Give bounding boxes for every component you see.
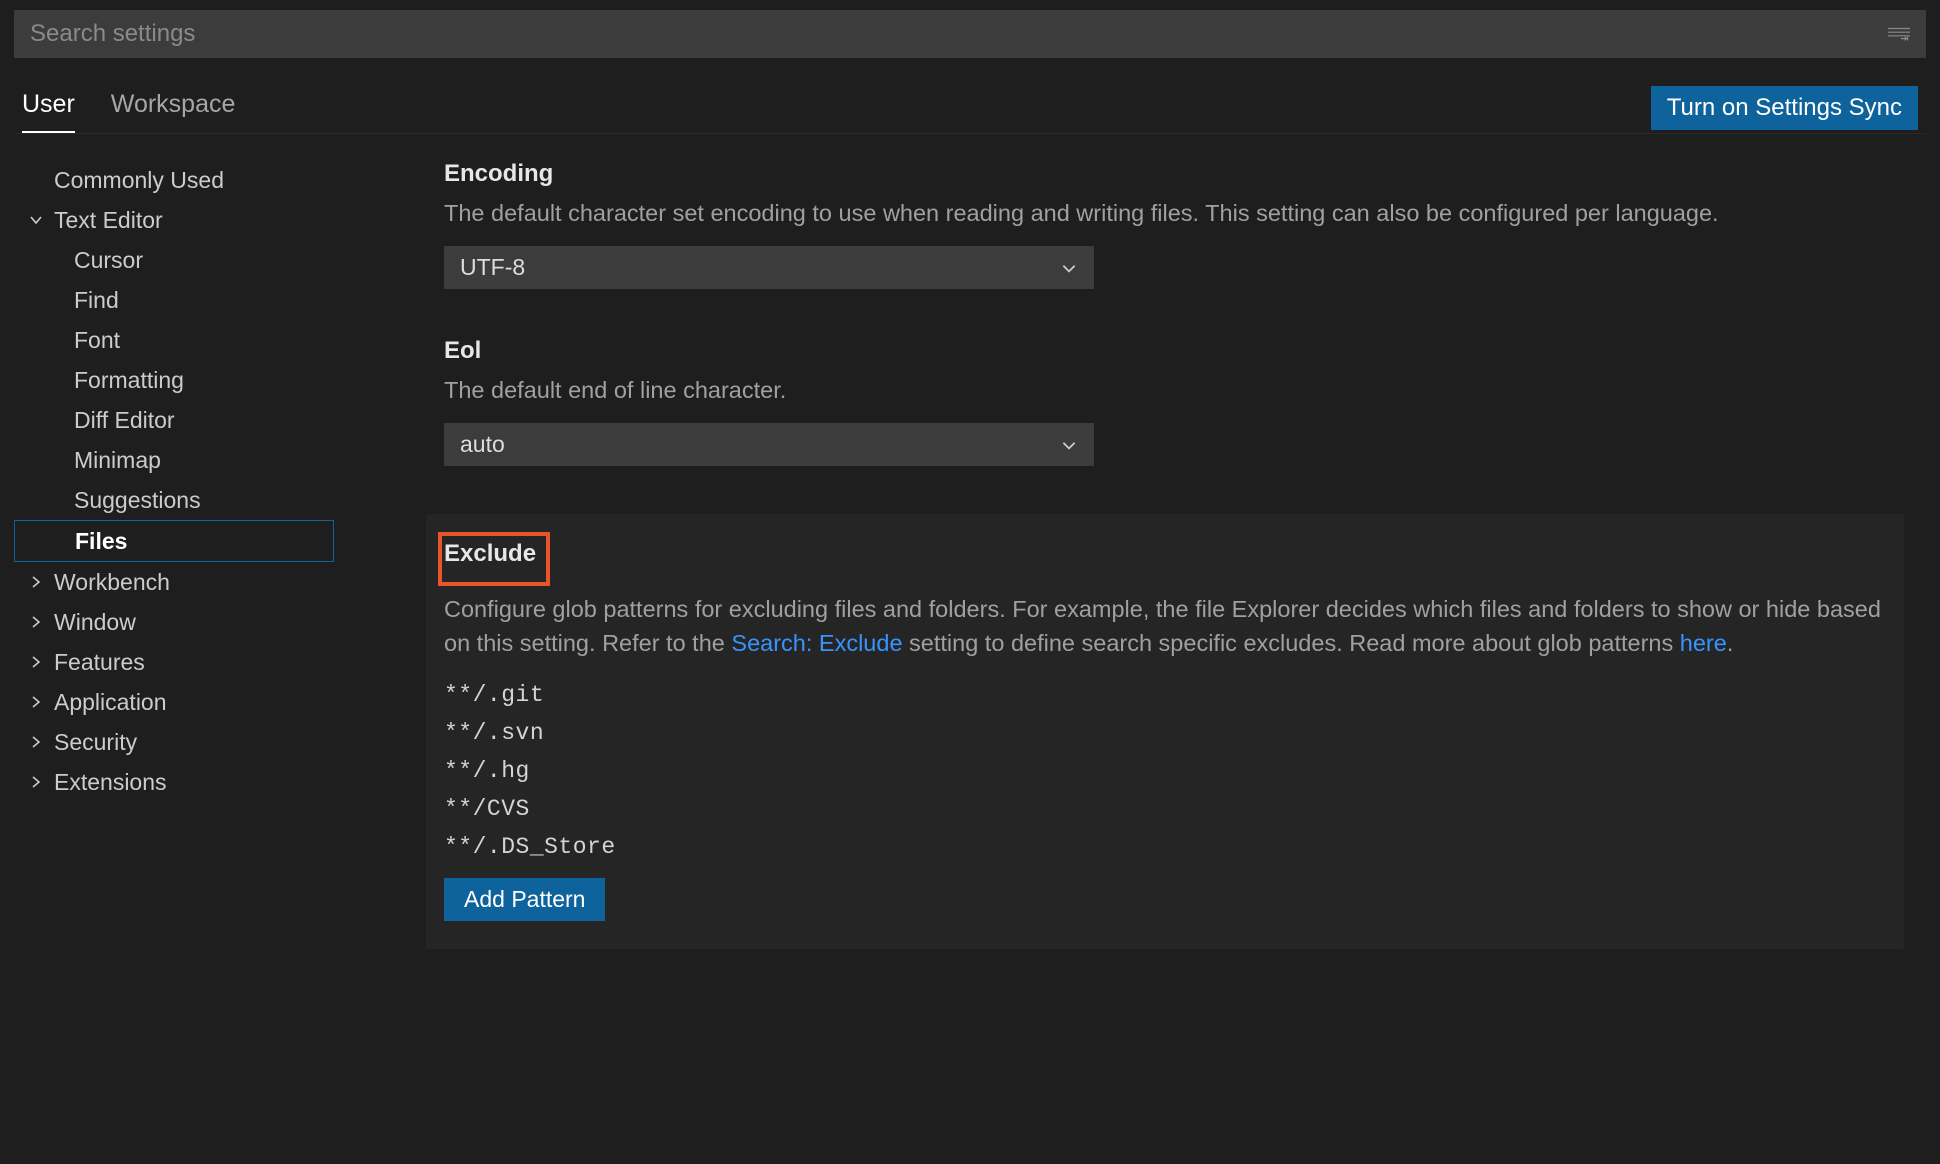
setting-desc-exclude: Configure glob patterns for excluding fi… [444, 592, 1886, 660]
chevron-right-icon [28, 774, 44, 790]
chevron-right-icon [28, 654, 44, 670]
sidebar-item-label: Find [74, 287, 119, 314]
chevron-down-icon [28, 212, 44, 228]
tab-user[interactable]: User [22, 82, 75, 133]
add-pattern-button[interactable]: Add Pattern [444, 878, 605, 921]
sidebar-item-label: Application [54, 689, 167, 716]
sidebar-item-label: Minimap [74, 447, 161, 474]
exclude-highlight: Exclude [438, 532, 550, 586]
encoding-select[interactable]: UTF-8 [444, 246, 1094, 289]
clear-search-icon[interactable] [1888, 27, 1910, 41]
sidebar-item-label: Formatting [74, 367, 184, 394]
chevron-down-icon [1060, 259, 1078, 277]
chevron-right-icon [28, 694, 44, 710]
sidebar-item-application[interactable]: Application [14, 682, 334, 722]
sidebar-item-label: Cursor [74, 247, 143, 274]
encoding-value: UTF-8 [460, 254, 525, 281]
link-search-exclude[interactable]: Search: Exclude [731, 630, 902, 656]
sidebar-item-formatting[interactable]: Formatting [14, 360, 334, 400]
chevron-right-icon [28, 614, 44, 630]
sidebar-item-security[interactable]: Security [14, 722, 334, 762]
sidebar-item-label: Window [54, 609, 136, 636]
sidebar-item-commonly-used[interactable]: Commonly Used [14, 160, 334, 200]
eol-value: auto [460, 431, 505, 458]
sidebar-item-cursor[interactable]: Cursor [14, 240, 334, 280]
sidebar-item-files[interactable]: Files [14, 520, 334, 562]
exclude-pattern-list: **/.git**/.svn**/.hg**/CVS**/.DS_Store [444, 676, 1886, 866]
setting-title-encoding: Encoding [444, 160, 553, 188]
sidebar-item-label: Text Editor [54, 207, 163, 234]
settings-sidebar: Commonly Used Text Editor Cursor Find Font Fo… [14, 156, 334, 1164]
exclude-pattern[interactable]: **/.hg [444, 752, 1886, 790]
settings-content: Encoding The default character set encod… [334, 156, 1926, 1164]
exclude-pattern[interactable]: **/.DS_Store [444, 828, 1886, 866]
sidebar-item-window[interactable]: Window [14, 602, 334, 642]
sidebar-item-extensions[interactable]: Extensions [14, 762, 334, 802]
sidebar-item-minimap[interactable]: Minimap [14, 440, 334, 480]
sidebar-item-text-editor[interactable]: Text Editor [14, 200, 334, 240]
chevron-right-icon [28, 574, 44, 590]
exclude-pattern[interactable]: **/CVS [444, 790, 1886, 828]
sidebar-item-label: Suggestions [74, 487, 201, 514]
chevron-down-icon [1060, 436, 1078, 454]
chevron-right-icon [28, 734, 44, 750]
eol-select[interactable]: auto [444, 423, 1094, 466]
link-glob-here[interactable]: here [1680, 630, 1727, 656]
sidebar-item-label: Security [54, 729, 137, 756]
sidebar-item-label: Features [54, 649, 145, 676]
exclude-pattern[interactable]: **/.git [444, 676, 1886, 714]
setting-desc-eol: The default end of line character. [444, 373, 1886, 407]
exclude-pattern[interactable]: **/.svn [444, 714, 1886, 752]
sidebar-item-workbench[interactable]: Workbench [14, 562, 334, 602]
sidebar-item-diff-editor[interactable]: Diff Editor [14, 400, 334, 440]
sidebar-item-find[interactable]: Find [14, 280, 334, 320]
sidebar-item-suggestions[interactable]: Suggestions [14, 480, 334, 520]
setting-title-eol: Eol [444, 337, 481, 365]
settings-sync-button[interactable]: Turn on Settings Sync [1651, 86, 1918, 130]
search-input[interactable] [14, 10, 1926, 58]
sidebar-item-label: Diff Editor [74, 407, 175, 434]
sidebar-item-label: Font [74, 327, 120, 354]
setting-desc-encoding: The default character set encoding to us… [444, 196, 1886, 230]
sidebar-item-label: Files [75, 528, 127, 555]
sidebar-item-label: Extensions [54, 769, 167, 796]
setting-title-exclude: Exclude [444, 540, 536, 568]
tab-workspace[interactable]: Workspace [111, 82, 236, 133]
sidebar-item-label: Commonly Used [54, 167, 224, 194]
sidebar-item-features[interactable]: Features [14, 642, 334, 682]
sidebar-item-label: Workbench [54, 569, 170, 596]
sidebar-item-font[interactable]: Font [14, 320, 334, 360]
